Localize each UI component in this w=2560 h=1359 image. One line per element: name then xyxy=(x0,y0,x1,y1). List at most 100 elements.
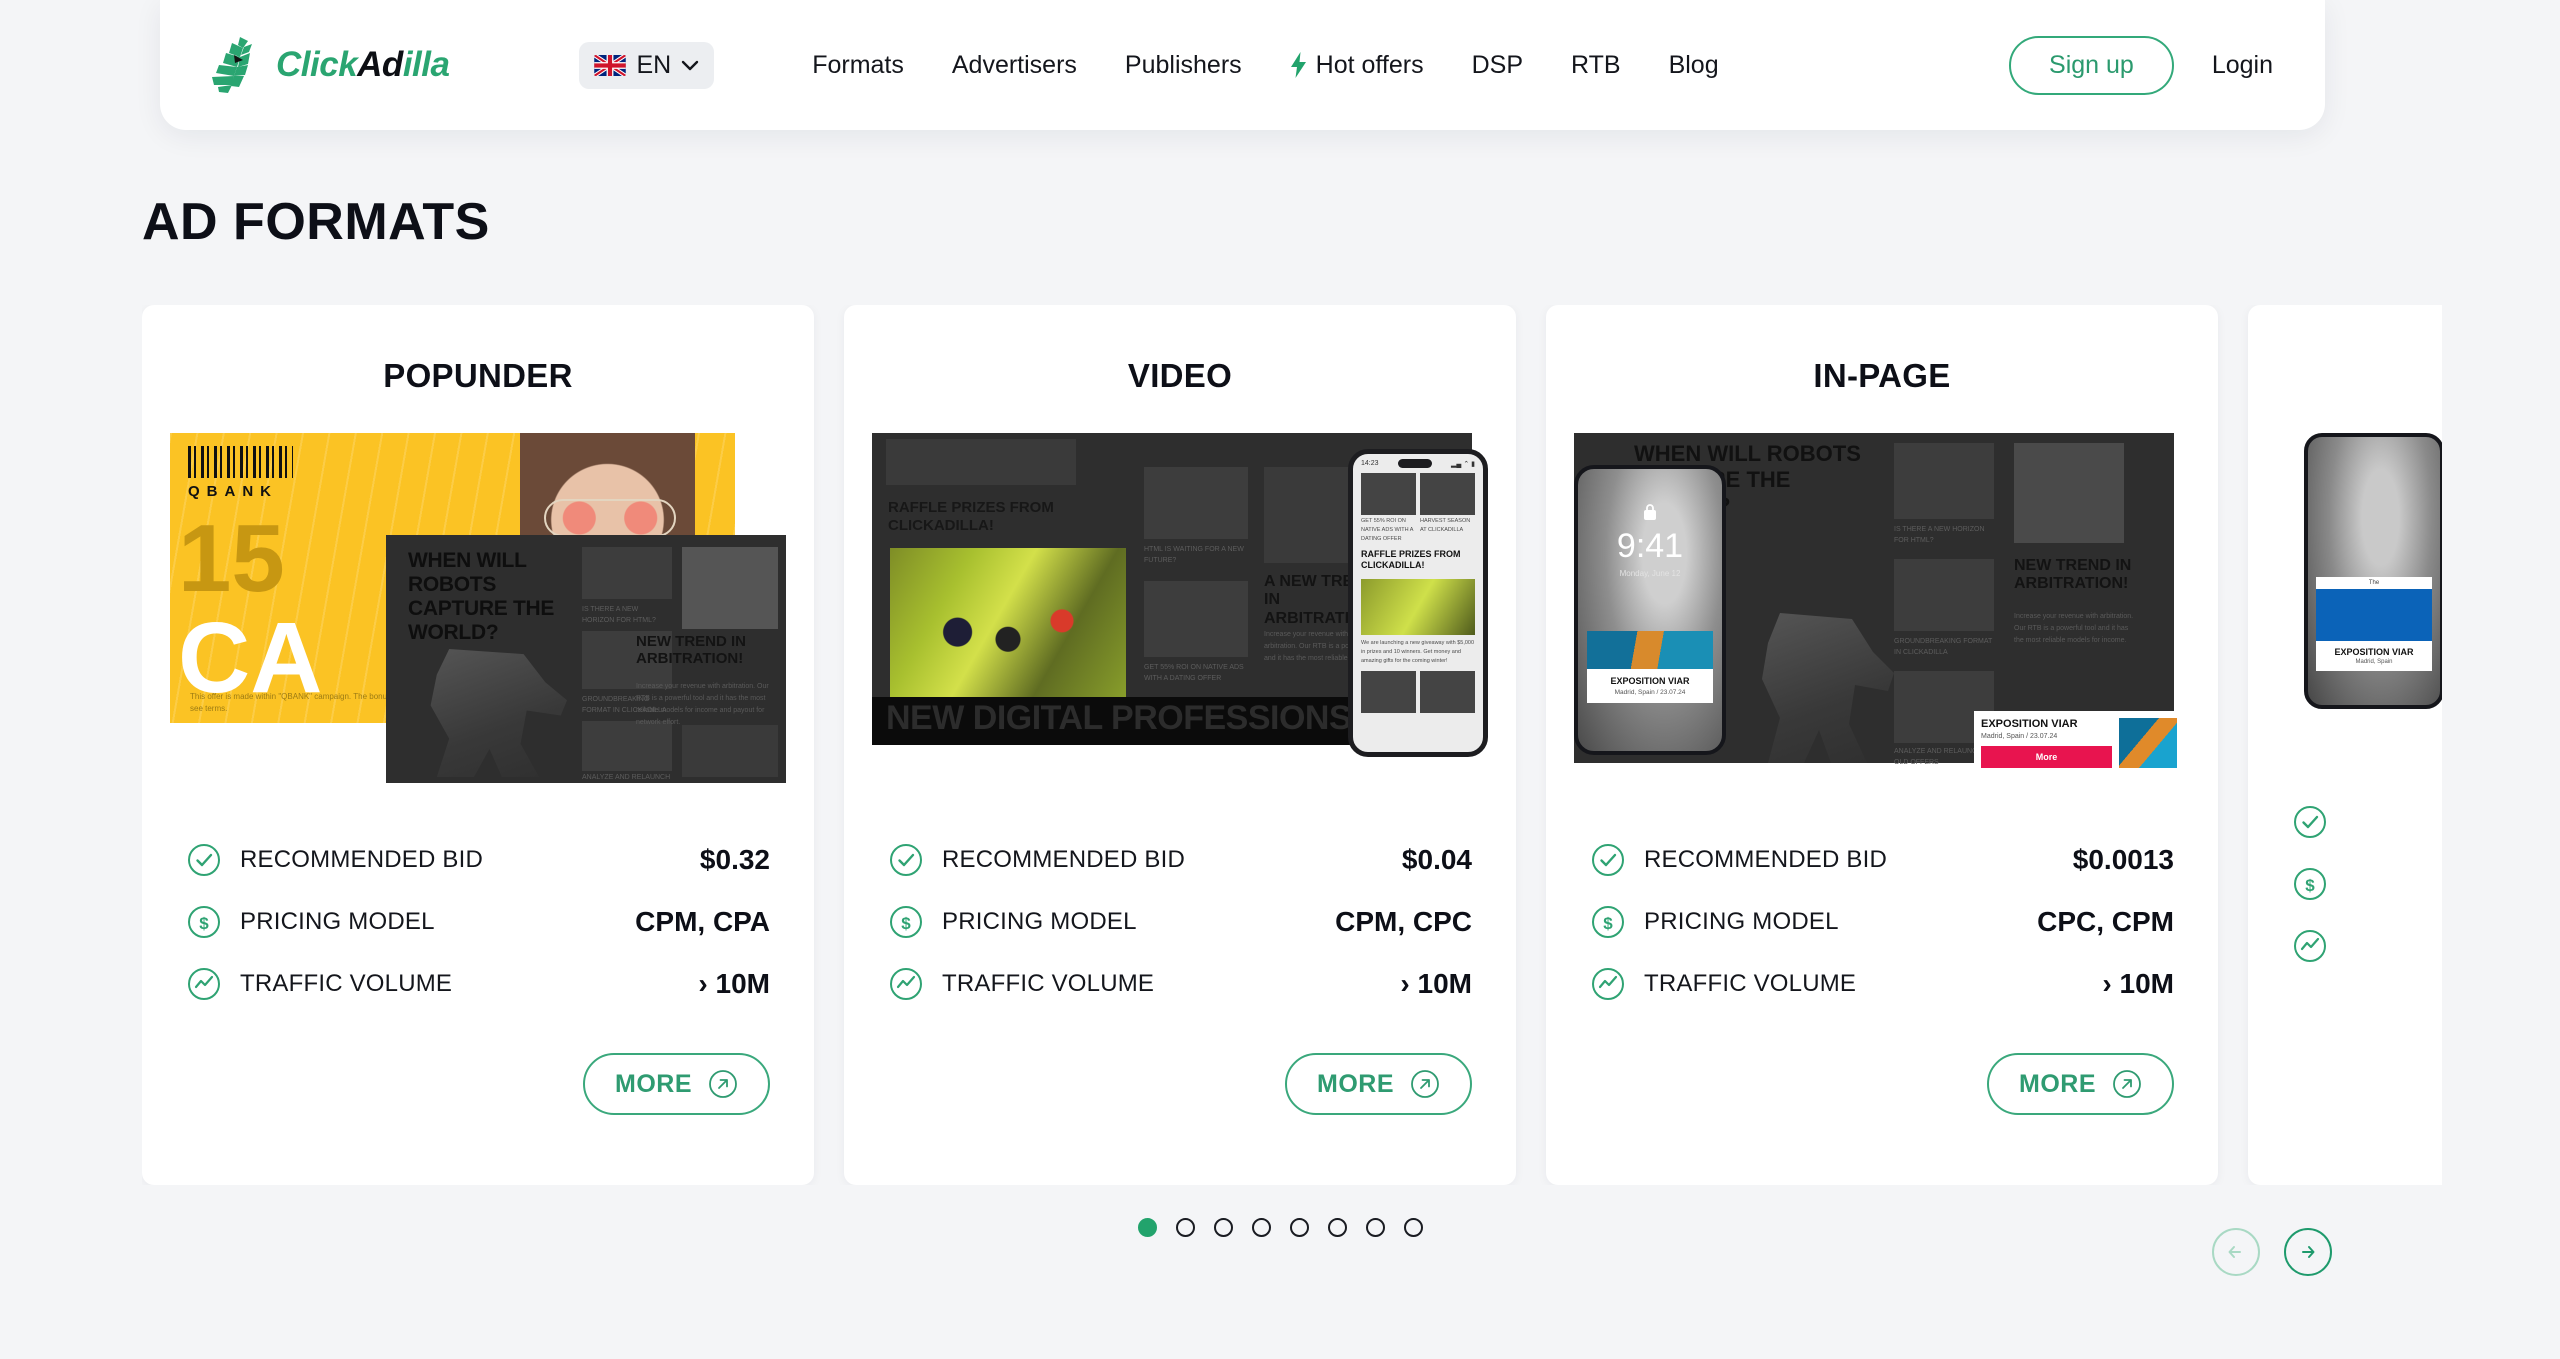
nav-item-hot-offers[interactable]: Hot offers xyxy=(1290,51,1424,80)
nav-label: Hot offers xyxy=(1315,50,1424,79)
nav-item-formats[interactable]: Formats xyxy=(812,51,904,80)
lock-icon xyxy=(1644,504,1656,520)
dollar-circle-icon: $ xyxy=(1592,906,1624,938)
nav-label: RTB xyxy=(1571,50,1621,79)
card-preview-image: The EXPOSITION VIAR Madrid, Spain xyxy=(2276,395,2442,745)
stat-value: CPM, CPA xyxy=(635,906,770,937)
stat-row-pricing-model: $ PRICING MODEL CPM, CPA xyxy=(186,891,770,953)
stat-value: › 10M xyxy=(698,968,770,999)
nav-item-blog[interactable]: Blog xyxy=(1669,51,1719,80)
card-preview-image: QBANK 15 CA This offer is made within "Q… xyxy=(170,433,786,783)
stat-row-pricing-model: $ PRICING MODEL CPM, CPC xyxy=(888,891,1472,953)
format-card-in-page[interactable]: IN-PAGE WHEN WILL ROBOTS CAPTURE THE WOR… xyxy=(1546,305,2218,1185)
pagination-dot-2[interactable] xyxy=(1175,1218,1195,1237)
check-circle-icon xyxy=(1592,844,1624,876)
popunder-overlay-panel: WHEN WILL ROBOTS CAPTURE THE WORLD? IS T… xyxy=(386,535,786,783)
stat-row-recommended-bid: RECOMMENDED BID $0.32 xyxy=(186,829,770,891)
nav-item-publishers[interactable]: Publishers xyxy=(1125,51,1242,80)
banner-image xyxy=(2119,718,2177,768)
arrow-right-icon xyxy=(2302,1246,2315,1258)
pagination-dot-7[interactable] xyxy=(1365,1218,1385,1237)
video-thumb xyxy=(1144,467,1248,539)
ad-number: 15 xyxy=(178,505,285,612)
stat-row-traffic-volume: TRAFFIC VOLUME › 10M xyxy=(186,953,770,1015)
banner-cta-button[interactable]: More xyxy=(1981,746,2112,768)
arrow-up-right-circle-icon xyxy=(709,1070,737,1098)
more-button-label: MORE xyxy=(1317,1069,1394,1098)
inpage-thumb xyxy=(1894,443,1994,519)
trend-circle-icon xyxy=(2294,930,2326,962)
format-card-popunder[interactable]: POPUNDER QBANK 15 CA This offer is made … xyxy=(142,305,814,1185)
stat-value: CPM, CPC xyxy=(1335,906,1472,937)
video-preview: RAFFLE PRIZES FROM CLICKADILLA! HTML IS … xyxy=(872,433,1488,783)
nav-label: Advertisers xyxy=(951,50,1077,79)
phone-tile-row xyxy=(1353,473,1483,515)
nav-item-advertisers[interactable]: Advertisers xyxy=(952,51,1077,80)
phone-tile xyxy=(1420,671,1475,714)
phone-status-bar: 14:23 ▂▄ ⌃ ▮ xyxy=(1353,454,1483,473)
check-circle-icon xyxy=(2294,806,2326,838)
nav-item-dsp[interactable]: DSP xyxy=(1472,51,1523,80)
card-actions: MORE xyxy=(844,1015,1516,1115)
ad-formats-carousel[interactable]: POPUNDER QBANK 15 CA This offer is made … xyxy=(142,305,2442,1185)
bolt-icon xyxy=(1290,52,1306,78)
login-link[interactable]: Login xyxy=(2212,51,2273,80)
language-selector[interactable]: EN xyxy=(579,41,715,89)
inpage-thumb xyxy=(2014,443,2124,543)
stat-label: TRAFFIC VOLUME xyxy=(240,970,453,997)
more-button[interactable]: MORE xyxy=(583,1053,770,1115)
stat-label: PRICING MODEL xyxy=(942,908,1137,935)
svg-text:$: $ xyxy=(2305,876,2315,895)
more-button[interactable]: MORE xyxy=(1285,1053,1472,1115)
notification-title: EXPOSITION VIAR xyxy=(1610,676,1690,686)
carousel-prev-button[interactable] xyxy=(2212,1228,2260,1276)
nav-label: Formats xyxy=(812,50,904,79)
pagination-dot-4[interactable] xyxy=(1251,1218,1271,1237)
pagination-dot-5[interactable] xyxy=(1289,1218,1309,1237)
card-stats: $ xyxy=(2292,791,2442,977)
phone-tile xyxy=(1361,473,1416,515)
video-photo xyxy=(890,548,1126,706)
stat-row-recommended-bid: RECOMMENDED BID $0.04 xyxy=(888,829,1472,891)
notification-subtitle: Madrid, Spain / 23.07.24 xyxy=(1614,689,1686,696)
phone-body: We are launching a new giveaway with $5,… xyxy=(1361,639,1475,664)
dollar-circle-icon: $ xyxy=(890,906,922,938)
pagination-dot-6[interactable] xyxy=(1327,1218,1347,1237)
peek-notification-subtitle: Madrid, Spain xyxy=(2355,659,2393,665)
stat-label: PRICING MODEL xyxy=(1644,908,1839,935)
card-preview-image: WHEN WILL ROBOTS CAPTURE THE WORLD? IS T… xyxy=(1574,433,2190,783)
card-stats: RECOMMENDED BID $0.04 $ PRICING MODEL CP… xyxy=(888,829,1472,1015)
phone-tile-caption: HARVEST SEASON AT CLICKADILLA xyxy=(1420,518,1471,533)
stat-row-pricing-model: $ xyxy=(2292,853,2442,915)
nav-item-rtb[interactable]: RTB xyxy=(1571,51,1621,80)
pagination-dot-3[interactable] xyxy=(1213,1218,1233,1237)
more-button-label: MORE xyxy=(2019,1069,2096,1098)
trend-circle-icon xyxy=(1592,968,1624,1000)
robot-illustration xyxy=(430,649,567,777)
logo[interactable]: ClickAdilla xyxy=(210,35,450,95)
stat-row-recommended-bid: RECOMMENDED BID $0.0013 xyxy=(1590,829,2174,891)
video-caption: HTML IS WAITING FOR A NEW FUTURE? xyxy=(1144,546,1244,564)
phone-photo xyxy=(1361,578,1475,635)
format-card-video[interactable]: VIDEO RAFFLE PRIZES FROM CLICKADILLA! HT… xyxy=(844,305,1516,1185)
more-button[interactable]: MORE xyxy=(1987,1053,2174,1115)
video-thumb xyxy=(1144,581,1248,657)
carousel-next-button[interactable] xyxy=(2284,1228,2332,1276)
pagination-dot-1[interactable] xyxy=(1137,1218,1157,1237)
signup-button[interactable]: Sign up xyxy=(2009,35,2174,95)
check-circle-icon xyxy=(890,844,922,876)
pagination-dot-8[interactable] xyxy=(1403,1218,1423,1237)
page-title: AD FORMATS xyxy=(142,193,490,251)
format-card-next-partial[interactable]: The EXPOSITION VIAR Madrid, Spain $ xyxy=(2248,305,2442,1185)
card-title: IN-PAGE xyxy=(1813,357,1951,394)
phone-date: Monday, June 12 xyxy=(1619,569,1681,578)
phone-signal-icon: ▂▄ ⌃ ▮ xyxy=(1451,460,1475,468)
arrow-up-right-circle-icon xyxy=(1411,1070,1439,1098)
arrow-up-right-circle-icon xyxy=(2113,1070,2141,1098)
stat-label: TRAFFIC VOLUME xyxy=(942,970,1155,997)
stat-value: $0.0013 xyxy=(2072,844,2174,875)
stat-value: $0.32 xyxy=(699,844,770,875)
phone-tile-caption: GET 55% ROI ON NATIVE ADS WITH A DATING … xyxy=(1361,518,1414,542)
main-navigation: Formats Advertisers Publishers Hot offer… xyxy=(812,51,1718,80)
video-caption: GET 55% ROI ON NATIVE ADS WITH A DATING … xyxy=(1144,664,1244,682)
